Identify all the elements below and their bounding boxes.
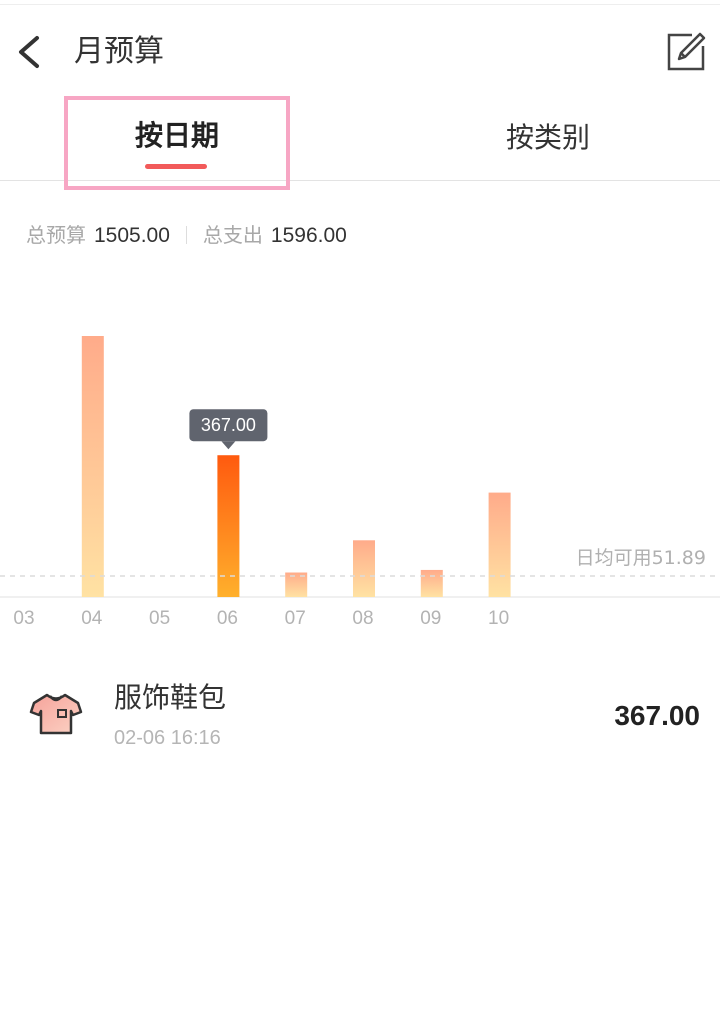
chart-bar-08[interactable] <box>353 540 375 597</box>
daily-spend-chart[interactable]: 日均可用51.89 03 04 05 06 07 08 09 10 367.00 <box>0 280 720 640</box>
summary-divider <box>185 226 187 244</box>
total-budget-value: 1505.00 <box>94 224 170 247</box>
header: 月预算 <box>0 0 720 100</box>
chart-bar-09[interactable] <box>420 569 443 597</box>
average-label: 日均可用51.89 <box>576 547 706 569</box>
edit-button[interactable] <box>662 28 710 76</box>
chevron-left-icon <box>19 36 39 68</box>
x-tick-label: 08 <box>352 608 373 629</box>
tooltip-value: 367.00 <box>201 415 256 435</box>
x-tick-label: 09 <box>420 608 441 629</box>
active-tab-indicator <box>145 164 207 169</box>
x-tick-label: 10 <box>488 608 509 629</box>
total-budget-label: 总预算 <box>26 223 86 247</box>
x-tick-label: 04 <box>81 608 103 629</box>
list-item[interactable]: 服饰鞋包 02-06 16:16 367.00 <box>0 668 720 768</box>
page-title: 月预算 <box>74 34 164 69</box>
record-amount: 367.00 <box>614 700 700 731</box>
edit-icon <box>667 32 706 71</box>
record-time: 02-06 16:16 <box>114 727 221 749</box>
budget-summary: 总预算 1505.00 总支出 1596.00 <box>26 220 347 250</box>
x-tick-label: 07 <box>285 608 306 629</box>
x-tick-label: 05 <box>149 608 170 629</box>
tooltip-pointer <box>221 441 236 450</box>
tab-bar: 按日期 按类别 <box>0 100 720 181</box>
tshirt-icon <box>28 690 84 738</box>
tab-by-category[interactable]: 按类别 <box>430 100 666 180</box>
back-button[interactable] <box>8 28 52 76</box>
x-tick-label: 06 <box>217 608 238 629</box>
total-spend-value: 1596.00 <box>270 224 347 247</box>
record-category: 服饰鞋包 <box>114 681 227 714</box>
chart-bar-04[interactable] <box>81 336 104 597</box>
chart-bar-10[interactable] <box>488 492 511 597</box>
chart-svg[interactable]: 日均可用51.89 03 04 05 06 07 08 09 10 367.00 <box>0 280 720 640</box>
x-tick-label: 03 <box>13 608 34 629</box>
total-spend-label: 总支出 <box>202 223 263 247</box>
tab-by-date[interactable]: 按日期 <box>64 96 290 190</box>
